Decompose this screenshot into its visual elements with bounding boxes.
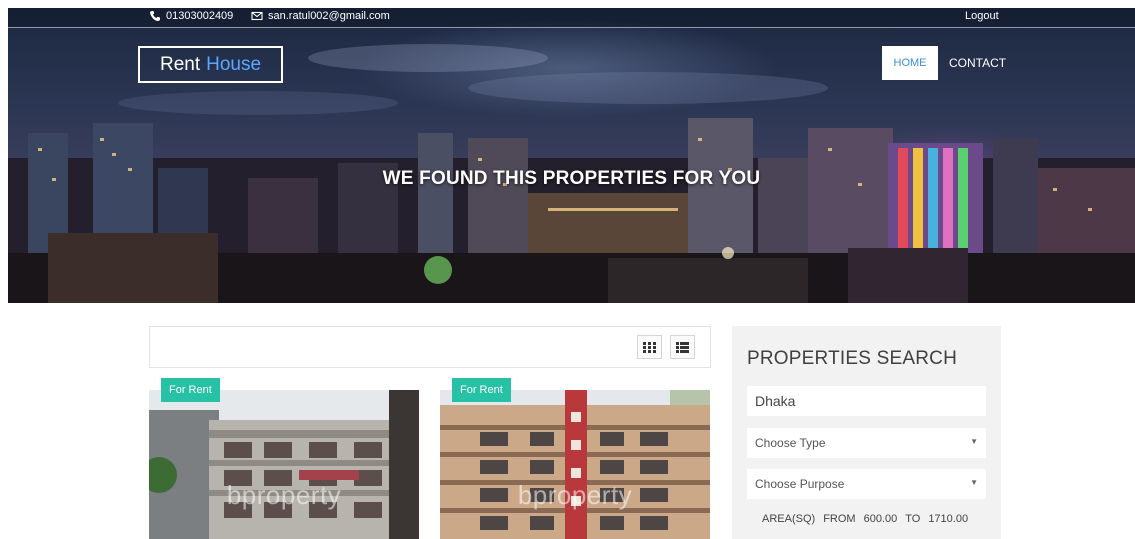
- property-photo: [149, 390, 419, 539]
- type-select[interactable]: Choose Type ▼: [747, 428, 986, 458]
- site-logo[interactable]: Rent House: [138, 46, 283, 83]
- logo-word-house: House: [206, 53, 262, 75]
- property-card[interactable]: For Rent bproperty: [149, 378, 419, 539]
- top-contact-bar: 01303002409 san.ratul002@gmail.com Logou…: [8, 8, 1135, 28]
- logo-word-rent: Rent: [159, 53, 201, 75]
- search-panel-title: PROPERTIES SEARCH: [747, 348, 957, 369]
- caret-down-icon: ▼: [970, 437, 978, 446]
- list-view-icon: [676, 341, 689, 353]
- property-photo: [440, 390, 710, 539]
- for-rent-badge: For Rent: [161, 378, 220, 402]
- area-from-label: FROM: [823, 513, 856, 525]
- area-to-label: TO: [905, 513, 921, 525]
- purpose-select-placeholder: Choose Purpose: [755, 477, 845, 491]
- properties-search-panel: PROPERTIES SEARCH Dhaka Choose Type ▼ Ch…: [732, 326, 1001, 539]
- grid-view-button[interactable]: [637, 335, 662, 359]
- grid-view-icon: [643, 341, 656, 353]
- area-to-value: 1710.00: [928, 513, 969, 525]
- list-view-button[interactable]: [670, 335, 695, 359]
- area-range: AREA(SQ) FROM 600.00 TO 1710.00: [762, 513, 968, 525]
- main-nav: HOME CONTACT: [882, 46, 1006, 80]
- nav-contact[interactable]: CONTACT: [949, 56, 1006, 70]
- type-select-placeholder: Choose Type: [755, 436, 826, 450]
- envelope-icon: [251, 11, 263, 21]
- hero-banner: 01303002409 san.ratul002@gmail.com Logou…: [8, 8, 1135, 303]
- contact-phone: 01303002409: [149, 10, 233, 22]
- photo-watermark: bproperty: [226, 480, 342, 510]
- contact-email: san.ratul002@gmail.com: [251, 10, 390, 22]
- phone-icon: [150, 11, 160, 21]
- phone-number: 01303002409: [166, 10, 234, 22]
- nav-home[interactable]: HOME: [882, 46, 938, 80]
- for-rent-badge: For Rent: [452, 378, 511, 402]
- area-label: AREA(SQ): [762, 513, 816, 525]
- caret-down-icon: ▼: [970, 478, 978, 487]
- property-card[interactable]: For Rent bproperty: [440, 378, 710, 539]
- email-address: san.ratul002@gmail.com: [268, 10, 390, 22]
- area-from-value: 600.00: [863, 513, 898, 525]
- photo-watermark: bproperty: [517, 480, 633, 510]
- hero-title: WE FOUND THIS PROPERTIES FOR YOU: [382, 168, 761, 189]
- location-input[interactable]: Dhaka: [747, 386, 986, 416]
- purpose-select[interactable]: Choose Purpose ▼: [747, 469, 986, 499]
- view-toggle-bar: [149, 326, 711, 368]
- logout-link[interactable]: Logout: [965, 10, 999, 22]
